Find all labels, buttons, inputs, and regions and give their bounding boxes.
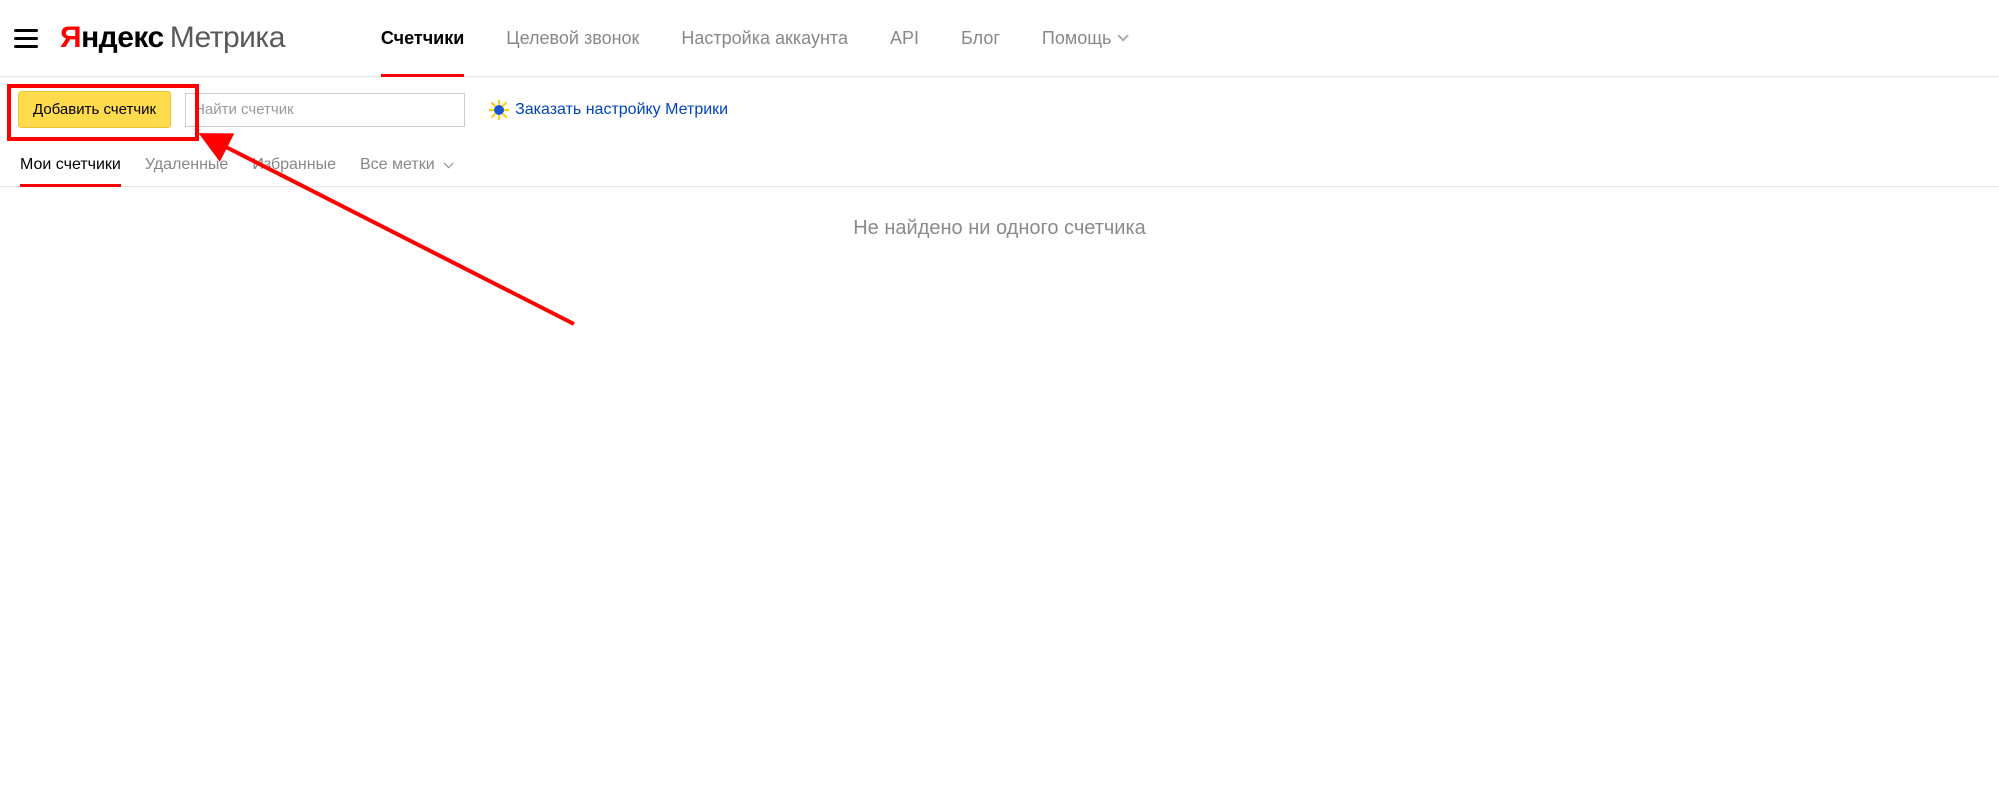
add-counter-button[interactable]: Добавить счетчик [18, 91, 171, 128]
counter-tabs: Мои счетчики Удаленные Избранные Все мет… [0, 142, 1999, 187]
logo[interactable]: Яндекс Метрика [60, 21, 285, 55]
nav-counters[interactable]: Счетчики [381, 0, 464, 76]
nav-label: Настройка аккаунта [681, 28, 848, 49]
tab-all-labels[interactable]: Все метки [360, 156, 450, 186]
promo-link-text: Заказать настройку Метрики [515, 101, 728, 119]
menu-icon[interactable] [14, 24, 42, 52]
tab-label: Удаленные [145, 156, 228, 173]
empty-state-text: Не найдено ни одного счетчика [0, 187, 1999, 240]
nav-target-call[interactable]: Целевой звонок [506, 0, 639, 76]
nav-help[interactable]: Помощь [1042, 0, 1126, 76]
logo-metrika: Метрика [170, 21, 285, 55]
tab-my-counters[interactable]: Мои счетчики [20, 156, 121, 186]
tab-label: Избранные [252, 156, 336, 173]
sparkle-icon [489, 100, 509, 120]
top-header: Яндекс Метрика Счетчики Целевой звонок Н… [0, 0, 1999, 77]
tab-favorites[interactable]: Избранные [252, 156, 336, 186]
chevron-down-icon [1118, 30, 1129, 41]
tab-deleted[interactable]: Удаленные [145, 156, 228, 186]
nav-account-settings[interactable]: Настройка аккаунта [681, 0, 848, 76]
tab-label: Мои счетчики [20, 156, 121, 173]
chevron-down-icon [444, 158, 454, 168]
logo-ya-letter: Я [60, 21, 81, 55]
toolbar: Добавить счетчик Заказать настройку Метр… [0, 77, 1999, 142]
top-nav: Счетчики Целевой звонок Настройка аккаун… [381, 0, 1126, 76]
nav-label: API [890, 28, 919, 49]
nav-label: Счетчики [381, 28, 464, 49]
nav-api[interactable]: API [890, 0, 919, 76]
promo-link[interactable]: Заказать настройку Метрики [489, 100, 728, 120]
logo-yandex: ндекс [81, 21, 164, 55]
nav-label: Блог [961, 28, 1000, 49]
nav-label: Целевой звонок [506, 28, 639, 49]
nav-blog[interactable]: Блог [961, 0, 1000, 76]
tab-label: Все метки [360, 156, 435, 173]
nav-label: Помощь [1042, 28, 1112, 49]
search-input[interactable] [185, 93, 465, 127]
